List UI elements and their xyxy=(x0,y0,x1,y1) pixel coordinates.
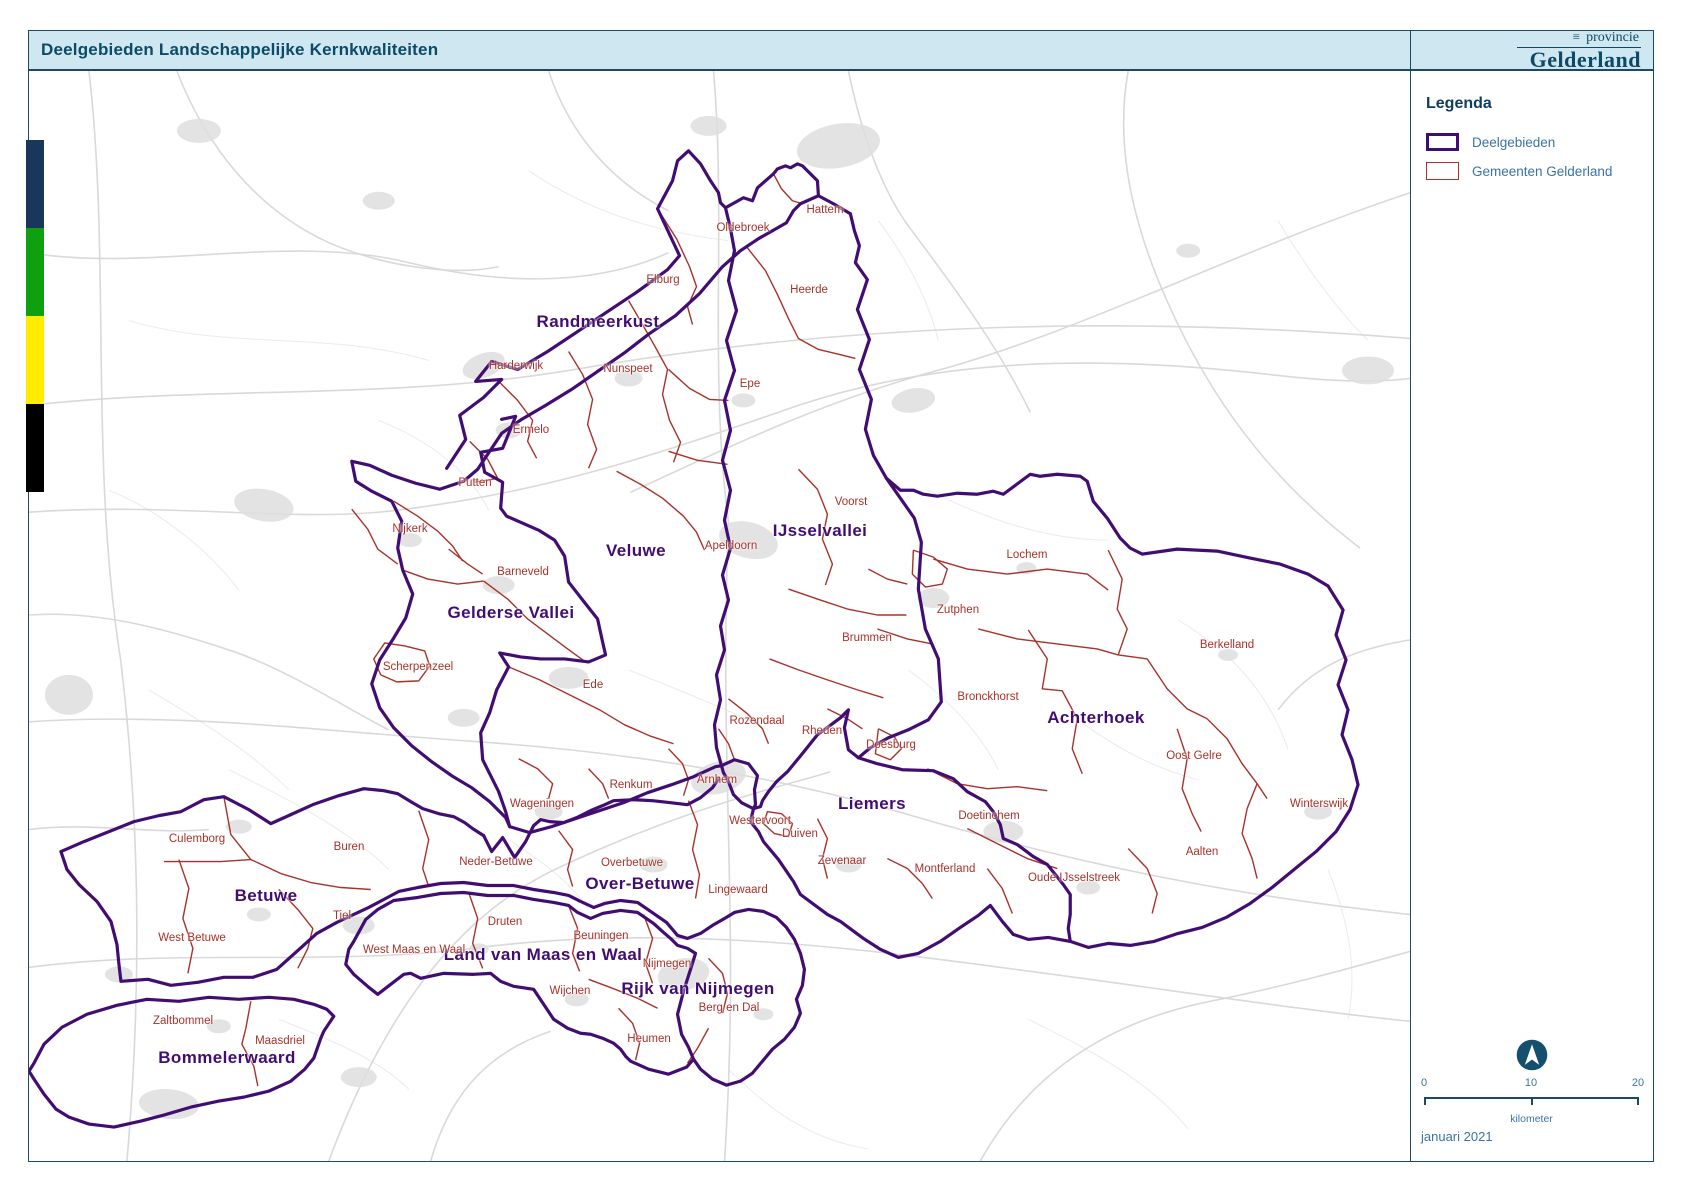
municipality-label: Ede xyxy=(583,679,603,691)
municipality-label: Apeldoorn xyxy=(705,540,757,552)
municipality-label: Culemborg xyxy=(169,833,225,845)
municipality-label: Heerde xyxy=(790,284,828,296)
municipality-label: Zevenaar xyxy=(818,855,867,867)
scale-unit: kilometer xyxy=(1424,1113,1639,1125)
colorbar-segment xyxy=(26,316,44,404)
logo-line1: provincie xyxy=(1586,31,1639,45)
municipality-label: Buren xyxy=(334,841,365,853)
date-label: januari 2021 xyxy=(1421,1129,1493,1144)
municipality-label: Nijmegen xyxy=(643,958,692,970)
legend-item: Deelgebieden xyxy=(1426,133,1612,151)
legend-swatch xyxy=(1426,133,1459,151)
region-label: Bommelerwaard xyxy=(158,1048,295,1068)
legend-item: Gemeenten Gelderland xyxy=(1426,162,1612,180)
municipality-label: Elburg xyxy=(646,274,679,286)
colorbar-segment xyxy=(26,228,44,316)
municipality-label: Bronckhorst xyxy=(957,691,1018,703)
municipality-label: Wijchen xyxy=(550,985,591,997)
region-label: Land van Maas en Waal xyxy=(444,945,643,965)
municipality-label: Rozendaal xyxy=(730,715,785,727)
region-label: Rijk van Nijmegen xyxy=(621,979,774,999)
logo-line2: Gelderland xyxy=(1530,49,1641,71)
municipality-label: Overbetuwe xyxy=(601,857,663,869)
municipality-label: Berg en Dal xyxy=(699,1002,760,1014)
region-label: Randmeerkust xyxy=(537,312,660,332)
legend-label: Deelgebieden xyxy=(1472,135,1555,150)
legend-items: Deelgebieden Gemeenten Gelderland xyxy=(1426,133,1612,180)
legend-panel: Legenda Deelgebieden Gemeenten Gelderland… xyxy=(1410,70,1654,1162)
municipality-label: Renkum xyxy=(610,779,653,791)
region-label: Liemers xyxy=(838,794,906,814)
municipality-label: Berkelland xyxy=(1200,639,1254,651)
municipality-label: Duiven xyxy=(782,828,818,840)
municipality-label: Beuningen xyxy=(574,930,629,942)
region-label: Over-Betuwe xyxy=(585,874,694,894)
municipality-label: Voorst xyxy=(835,496,868,508)
municipality-label: Harderwijk xyxy=(489,360,543,372)
municipality-label: Hattem xyxy=(806,204,843,216)
scale-tick-labels: 01020 xyxy=(1424,1077,1639,1091)
scale-tick-label: 20 xyxy=(1632,1077,1644,1089)
provincie-gelderland-logo: ≡ provincie Gelderland xyxy=(1517,30,1641,71)
municipality-label: Westervoort xyxy=(729,815,791,827)
municipality-label: Barneveld xyxy=(497,566,549,578)
scale-tick-label: 0 xyxy=(1421,1077,1427,1089)
map-canvas: Randmeerkust Veluwe IJsselvallei Gelderse V… xyxy=(28,70,1411,1162)
municipality-label: Tiel xyxy=(333,910,351,922)
municipality-label: Scherpenzeel xyxy=(383,661,453,673)
municipality-label: Zutphen xyxy=(937,604,979,616)
municipality-label: Aalten xyxy=(1186,846,1219,858)
legend-label: Gemeenten Gelderland xyxy=(1472,164,1612,179)
municipality-label: Heumen xyxy=(627,1033,670,1045)
municipality-label: West Betuwe xyxy=(158,932,226,944)
municipality-label: Doesburg xyxy=(866,739,916,751)
municipality-label: Nunspeet xyxy=(603,363,652,375)
municipality-label: Doetinchem xyxy=(958,810,1019,822)
region-label: Achterhoek xyxy=(1047,708,1145,728)
map-labels: Randmeerkust Veluwe IJsselvallei Gelderse V… xyxy=(29,71,1410,1161)
page: Deelgebieden Landschappelijke Kernkwalit… xyxy=(0,0,1684,1190)
region-label: Veluwe xyxy=(606,541,666,561)
legend-swatch xyxy=(1426,162,1459,180)
header-bar: Deelgebieden Landschappelijke Kernkwalit… xyxy=(28,30,1411,70)
municipality-label: Lochem xyxy=(1007,549,1048,561)
municipality-label: Ermelo xyxy=(513,424,549,436)
municipality-label: Oude IJsselstreek xyxy=(1028,872,1120,884)
scale-tick-label: 10 xyxy=(1525,1077,1537,1089)
north-arrow-icon xyxy=(1514,1037,1550,1073)
municipality-label: Putten xyxy=(458,477,491,489)
region-label: Gelderse Vallei xyxy=(448,603,575,623)
municipality-label: Neder-Betuwe xyxy=(459,856,533,868)
municipality-label: Oldebroek xyxy=(716,222,769,234)
municipality-label: Zaltbommel xyxy=(153,1015,213,1027)
region-label: IJsselvallei xyxy=(773,521,868,541)
municipality-label: Lingewaard xyxy=(708,884,767,896)
region-label: Betuwe xyxy=(235,886,298,906)
municipality-label: Montferland xyxy=(915,863,976,875)
municipality-label: Brummen xyxy=(842,632,892,644)
classification-colorbar xyxy=(26,140,44,492)
logo-box: ≡ provincie Gelderland xyxy=(1410,30,1654,70)
municipality-label: Arnhem xyxy=(697,774,737,786)
municipality-label: West Maas en Waal xyxy=(363,944,465,956)
legend-title: Legenda xyxy=(1426,95,1492,113)
scale-bar xyxy=(1424,1097,1639,1107)
colorbar-segment xyxy=(26,404,44,492)
municipality-label: Nijkerk xyxy=(392,523,427,535)
municipality-label: Druten xyxy=(488,916,523,928)
municipality-label: Epe xyxy=(740,378,760,390)
municipality-label: Maasdriel xyxy=(255,1035,305,1047)
colorbar-segment xyxy=(26,140,44,228)
municipality-label: Winterswijk xyxy=(1290,798,1348,810)
municipality-label: Oost Gelre xyxy=(1166,750,1222,762)
municipality-label: Wageningen xyxy=(510,798,574,810)
page-title: Deelgebieden Landschappelijke Kernkwalit… xyxy=(41,40,438,60)
municipality-label: Rheden xyxy=(802,725,842,737)
logo-bars-icon: ≡ xyxy=(1573,30,1580,43)
